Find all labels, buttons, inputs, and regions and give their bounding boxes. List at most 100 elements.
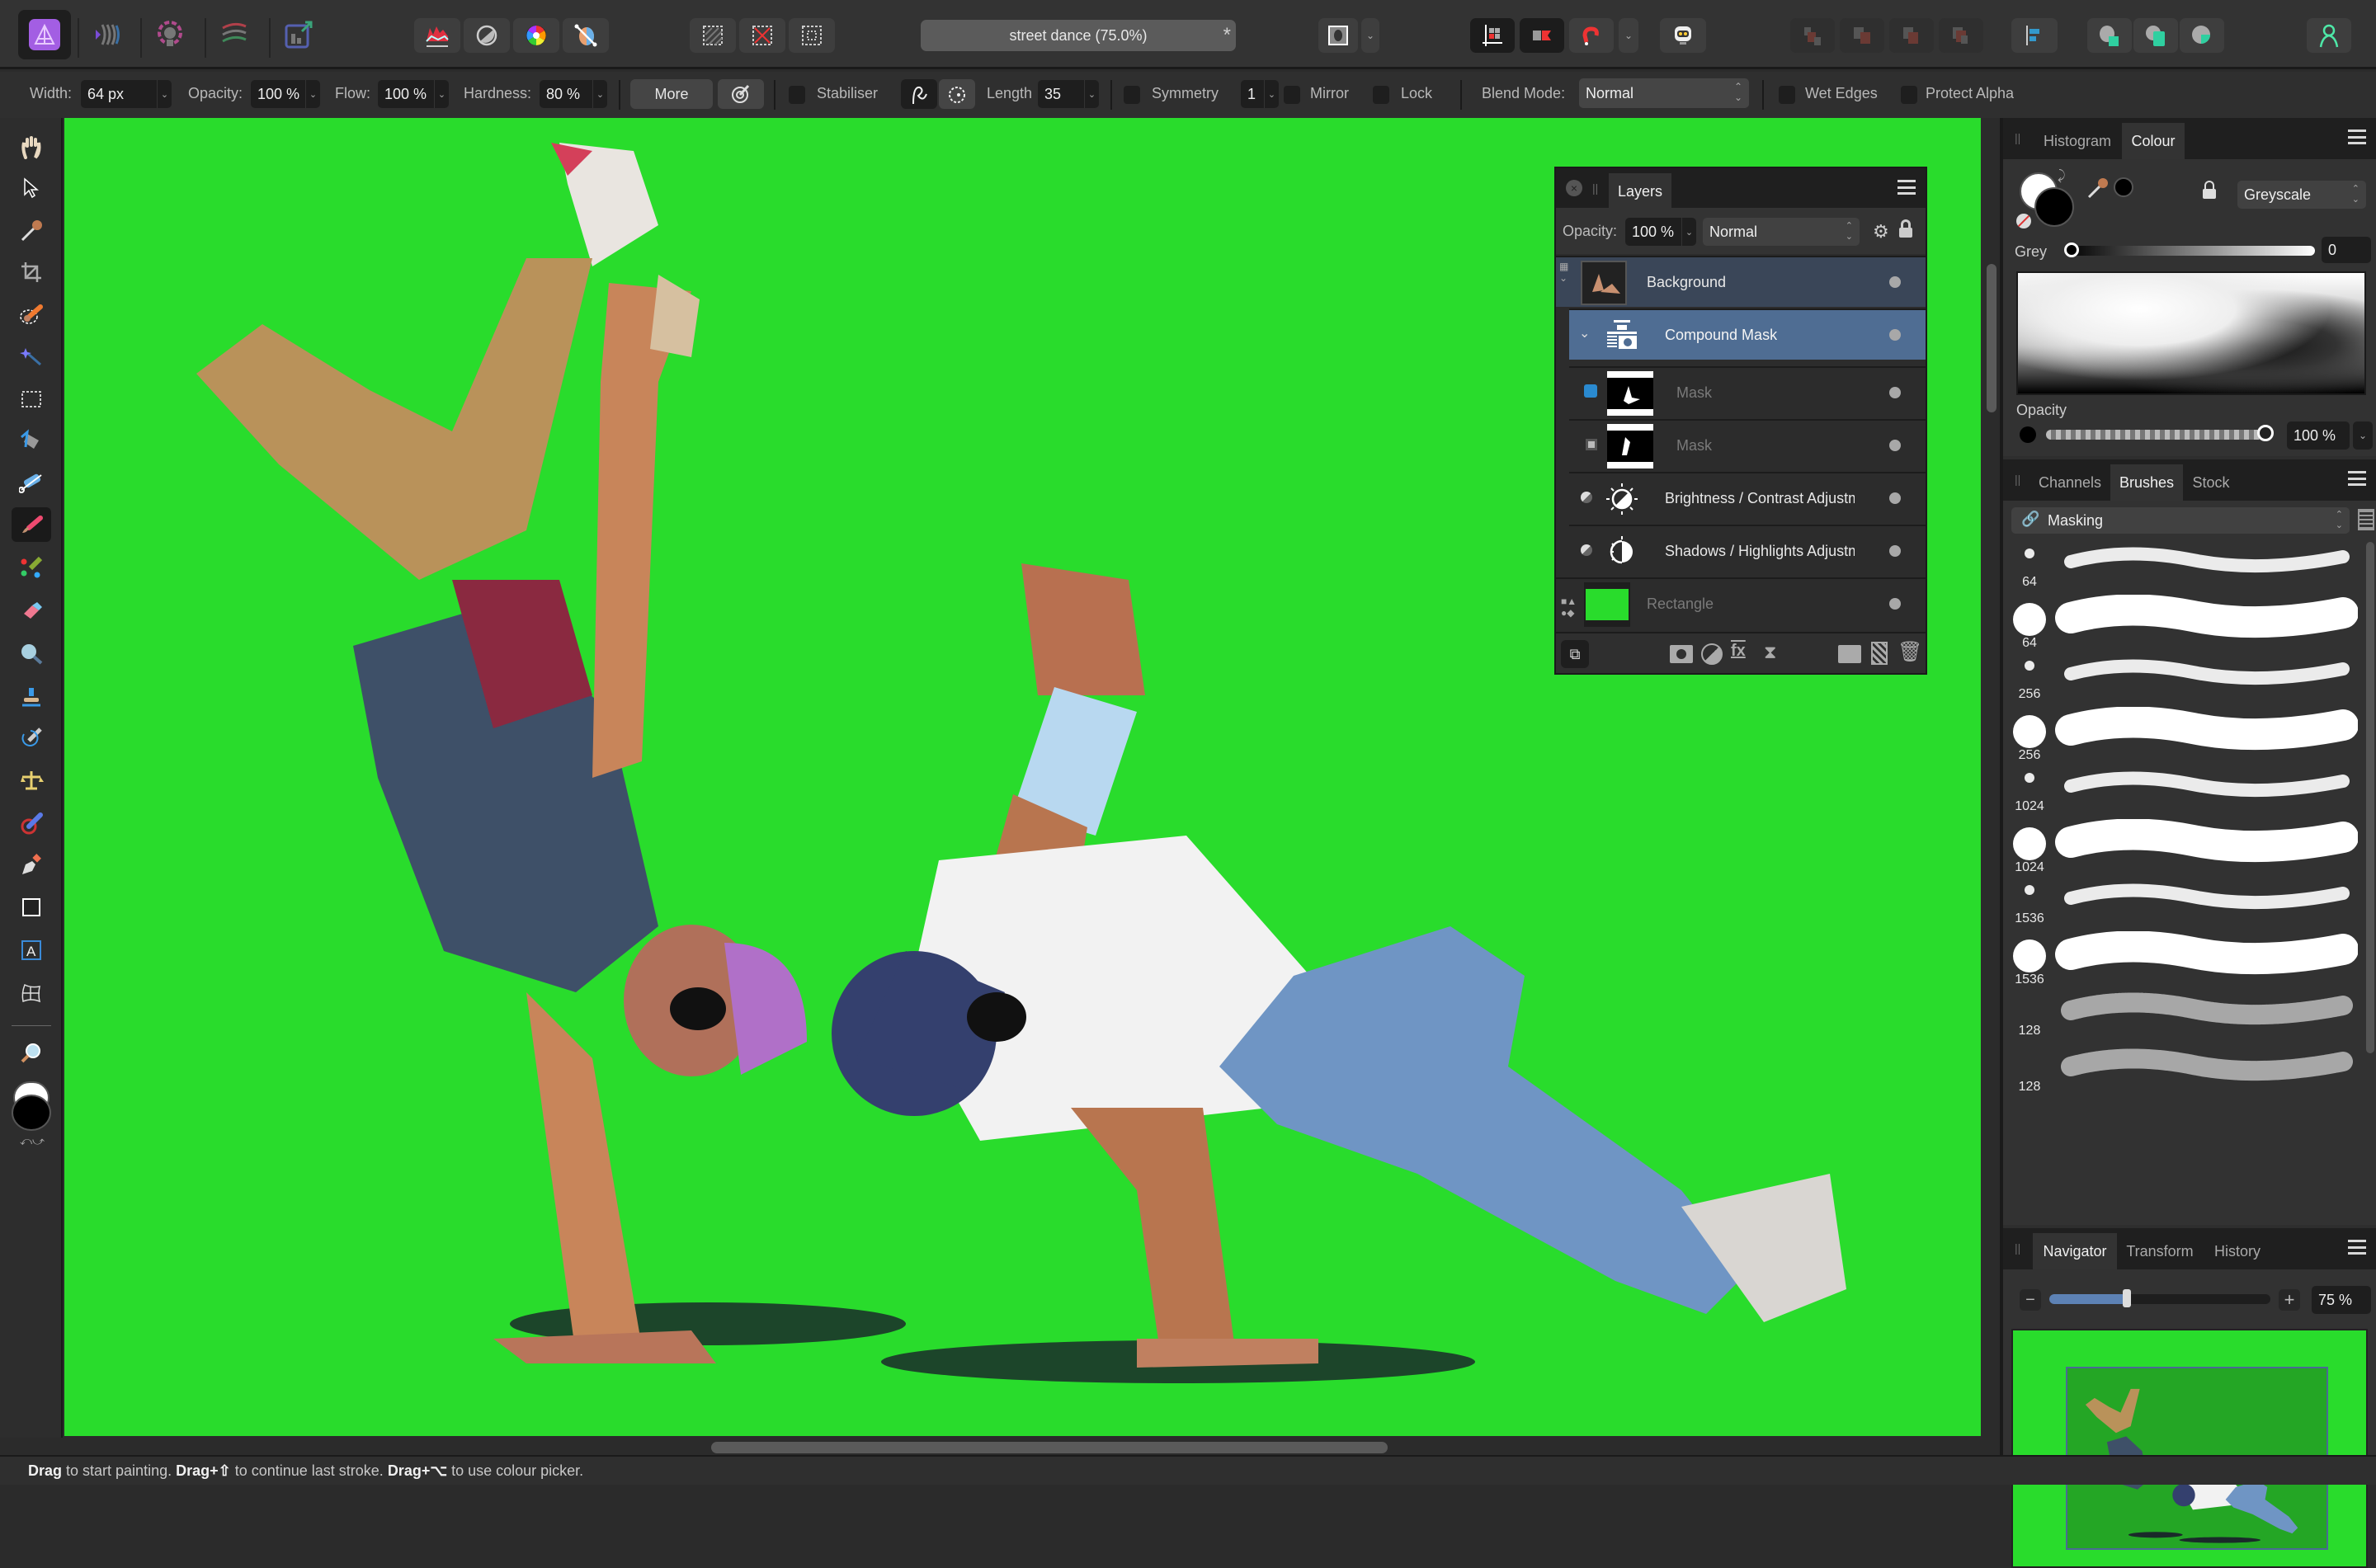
zoom-value-field[interactable]: 75 % — [2312, 1286, 2371, 1314]
dodge-burn-tool[interactable] — [12, 763, 51, 798]
drag-handle-icon[interactable]: || — [2015, 473, 2020, 486]
brush-item[interactable]: 128 — [2003, 1043, 2358, 1099]
grey-slider[interactable] — [2066, 246, 2315, 256]
chevron-down-icon[interactable]: ⌄ — [434, 80, 449, 108]
visibility-toggle[interactable] — [1889, 598, 1901, 610]
wet-edges-checkbox[interactable] — [1779, 86, 1795, 104]
eyedropper-icon[interactable] — [2086, 176, 2109, 199]
opacity-dropdown[interactable]: ⌄ — [2353, 421, 2373, 450]
quick-mask-button[interactable] — [1318, 18, 1358, 53]
more-button[interactable]: More — [630, 79, 713, 109]
width-field[interactable]: 64 px ⌄ — [81, 80, 172, 108]
chevron-down-icon[interactable]: ⌄ — [157, 80, 172, 108]
erase-brush-tool[interactable] — [12, 593, 51, 628]
rope-mode-button[interactable] — [901, 79, 937, 109]
brush-item[interactable]: 1024 — [2003, 763, 2358, 819]
drag-handle-icon[interactable]: || — [1592, 181, 1598, 195]
rectangle-tool[interactable] — [12, 890, 51, 925]
panel-menu-icon[interactable] — [2348, 471, 2366, 486]
drag-handle-icon[interactable]: || — [2015, 131, 2020, 144]
chevron-down-icon[interactable]: ⌄ — [1084, 80, 1099, 108]
brush-item[interactable]: 256 — [2003, 651, 2358, 707]
panel-menu-icon[interactable] — [1898, 180, 1916, 195]
auto-colour-button[interactable] — [513, 18, 559, 53]
flow-field[interactable]: 100 % ⌄ — [378, 80, 449, 108]
snapping-button[interactable] — [1470, 18, 1515, 53]
layer-row-shadows-highlights[interactable]: Shadows / Highlights Adjustm — [1569, 525, 1926, 576]
panel-menu-icon[interactable] — [2348, 1240, 2366, 1255]
add-live-filter-icon[interactable]: ⧗ — [1764, 642, 1776, 663]
expand-chevron-icon[interactable]: ⌄ — [1579, 325, 1590, 341]
invert-selection-button[interactable] — [789, 18, 835, 53]
text-tool[interactable]: A — [12, 933, 51, 968]
visibility-toggle[interactable] — [1889, 387, 1901, 398]
brush-item[interactable]: 64 — [2003, 594, 2358, 651]
develop-persona-button[interactable] — [144, 10, 196, 59]
add-group-folder-icon[interactable] — [1838, 645, 1861, 663]
healing-brush-tool[interactable] — [12, 720, 51, 755]
horizontal-scrollbar[interactable] — [711, 1442, 1388, 1453]
navigator-preview[interactable] — [2011, 1329, 2368, 1568]
close-icon[interactable]: × — [1566, 180, 1582, 196]
add-adjustment-icon[interactable] — [1701, 643, 1723, 665]
layer-row-brightness-contrast[interactable]: Brightness / Contrast Adjustm — [1569, 472, 1926, 523]
red-eye-tool[interactable] — [12, 806, 51, 841]
zoom-tool[interactable] — [12, 636, 51, 671]
geometry-subtract-button[interactable] — [2133, 18, 2178, 53]
pen-tool[interactable] — [12, 847, 51, 882]
primary-colour-circle[interactable] — [2034, 187, 2074, 227]
colour-picker-box[interactable] — [2016, 271, 2366, 395]
window-mode-button[interactable] — [939, 79, 975, 109]
protect-alpha-checkbox[interactable] — [1901, 86, 1917, 104]
brush-item[interactable]: 256 — [2003, 706, 2358, 763]
flood-fill-tool[interactable] — [12, 423, 51, 458]
move-tool[interactable] — [12, 171, 51, 205]
stabiliser-checkbox[interactable] — [789, 86, 805, 104]
primary-colour-swatch[interactable] — [12, 1095, 51, 1131]
trash-icon[interactable]: 🗑 — [1898, 640, 1922, 664]
zoom-slider[interactable] — [2049, 1294, 2270, 1304]
swap-colours-icon[interactable]: ⤺⤻ — [20, 1134, 45, 1148]
drag-handle-icon[interactable]: || — [2015, 1241, 2020, 1255]
auto-white-balance-button[interactable] — [563, 18, 609, 53]
visibility-toggle[interactable] — [1889, 276, 1901, 288]
view-tool[interactable] — [12, 129, 51, 164]
brush-item[interactable]: 1536 — [2003, 875, 2358, 931]
brush-item[interactable]: 1024 — [2003, 818, 2358, 875]
no-colour-icon[interactable] — [2016, 214, 2031, 228]
tab-brushes[interactable]: Brushes — [2110, 464, 2183, 501]
navigator-search-tool[interactable] — [12, 1035, 51, 1070]
grey-value-field[interactable]: 0 — [2322, 237, 2371, 263]
add-mask-mode-icon[interactable] — [1584, 384, 1597, 398]
symmetry-count-field[interactable]: 1 ⌄ — [1241, 80, 1279, 108]
tab-histogram[interactable]: Histogram — [2033, 123, 2122, 159]
visibility-toggle[interactable] — [1889, 440, 1901, 451]
layer-opacity-field[interactable]: 100 % ⌄ — [1625, 218, 1696, 246]
colour-picker-tool[interactable] — [12, 214, 51, 248]
export-persona-button[interactable] — [272, 10, 325, 59]
layer-row-background[interactable]: ▦ ⌄ Background — [1556, 256, 1926, 307]
paint-brush-tool[interactable] — [12, 507, 51, 542]
opacity-value-field[interactable]: 100 % — [2287, 421, 2350, 450]
symmetry-checkbox[interactable] — [1124, 86, 1140, 104]
gradient-tool[interactable] — [12, 464, 51, 499]
opacity-slider-thumb[interactable] — [2257, 425, 2274, 441]
swap-colours-icon[interactable]: ⤸ — [2058, 169, 2066, 184]
brush-item[interactable]: 64 — [2003, 539, 2358, 595]
clone-brush-tool[interactable] — [12, 679, 51, 713]
mesh-warp-tool[interactable] — [12, 976, 51, 1010]
blend-mode-select[interactable]: Normal ⌃ ⌄ — [1579, 78, 1749, 108]
tab-transform[interactable]: Transform — [2117, 1233, 2203, 1269]
layer-row-compound-mask[interactable]: ⌄ Compound Mask — [1569, 308, 1926, 360]
deselect-button[interactable] — [739, 18, 785, 53]
rectangular-marquee-tool[interactable] — [12, 382, 51, 417]
account-button[interactable] — [2307, 18, 2351, 53]
add-fx-icon[interactable]: fx — [1731, 642, 1746, 661]
zoom-in-button[interactable]: + — [2279, 1289, 2300, 1311]
tone-mapping-persona-button[interactable] — [208, 10, 261, 59]
zoom-slider-thumb[interactable] — [2122, 1289, 2131, 1307]
arrange-front-button[interactable] — [1939, 18, 1983, 53]
lock-icon[interactable] — [1899, 219, 1912, 238]
layer-row-rectangle[interactable]: ■▲ ●◆ Rectangle — [1556, 577, 1926, 629]
visibility-toggle[interactable] — [1889, 545, 1901, 557]
